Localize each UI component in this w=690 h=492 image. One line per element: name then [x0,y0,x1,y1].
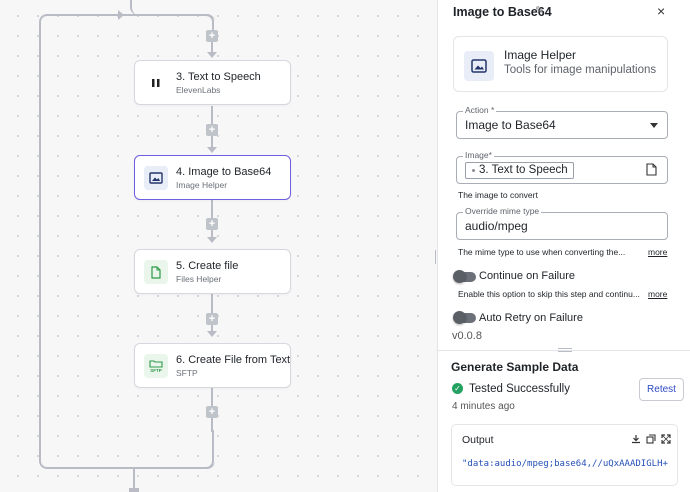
mime-type-input[interactable]: Override mime type audio/mpeg [456,206,668,240]
flow-step-create-file-from-text[interactable]: SFTP 6. Create File from Text SFTP [134,343,291,388]
connector-arrow [207,331,217,337]
step-title: 4. Image to Base64 [176,166,272,178]
step-subtitle: ElevenLabs [176,85,221,95]
loop-top-right [176,14,214,30]
copy-icon[interactable] [646,433,656,447]
continue-on-failure-label: Continue on Failure [479,270,576,282]
step-title: 5. Create file [176,260,239,272]
connector-arrow [207,237,217,243]
action-label: Action * [463,105,497,116]
sftp-icon-text: SFTP [150,368,162,373]
mime-more-link[interactable]: more [648,247,667,257]
test-status: Tested Successfully [469,383,570,395]
step-title: 3. Text to Speech [176,71,261,83]
chevron-down-icon [650,123,658,128]
connector-arrow [207,52,217,58]
flow-canvas[interactable]: + + + + + 3. Text to Speech ElevenLabs 4… [0,0,437,492]
file-icon [144,260,168,284]
image-label: Image* [463,150,494,161]
step-subtitle: Image Helper [176,180,228,190]
step-subtitle: SFTP [176,368,198,378]
continue-on-failure-toggle[interactable] [453,270,476,283]
retest-button[interactable]: Retest [639,378,684,401]
piece-description: Tools for image manipulations [504,64,657,76]
loop-entry-arrow [118,10,124,20]
add-step-button[interactable]: + [206,124,218,136]
loop-bottom-right [176,430,214,469]
image-field[interactable]: Image* 3. Text to Speech [456,150,668,184]
add-step-button[interactable]: + [206,30,218,42]
auto-retry-toggle[interactable] [453,311,476,324]
download-icon[interactable] [631,433,641,447]
image-icon [464,51,494,81]
piece-version: v0.0.8 [452,330,482,342]
test-time-ago: 4 minutes ago [452,401,515,412]
chip-label: 3. Text to Speech [479,164,568,176]
auto-retry-label: Auto Retry on Failure [479,312,583,324]
add-step-button[interactable]: + [206,406,218,418]
continue-more-link[interactable]: more [648,289,667,299]
file-icon[interactable] [646,163,657,179]
mime-help-text: The mime type to use when converting the… [458,247,626,257]
step-settings-panel: Image to Base64 ✎ × Image Helper Tools f… [438,0,690,492]
edit-pencil-icon[interactable]: ✎ [535,4,544,17]
chip-dot-icon [472,169,475,172]
output-box: Output "data:audio/mpeg;base64,//uQxAAAD… [451,424,678,486]
output-actions [631,433,671,447]
check-circle-icon: ✓ [452,383,463,394]
continue-on-failure-help: Enable this option to skip this step and… [458,289,640,299]
flow-step-image-to-base64[interactable]: 4. Image to Base64 Image Helper [134,155,291,200]
output-label: Output [462,434,494,446]
output-preview: "data:audio/mpeg;base64,//uQxAAADIGLH+ [462,459,668,469]
flow-step-text-to-speech[interactable]: 3. Text to Speech ElevenLabs [134,60,291,105]
image-icon [144,166,168,190]
piece-info-card: Image Helper Tools for image manipulatio… [453,36,668,92]
flow-end-marker [129,488,139,492]
connector-arrow [207,147,217,153]
flow-step-create-file[interactable]: 5. Create file Files Helper [134,249,291,294]
step-subtitle: Files Helper [176,274,222,284]
reference-chip[interactable]: 3. Text to Speech [465,162,574,179]
action-select[interactable]: Action * Image to Base64 [456,105,668,139]
sample-data-title: Generate Sample Data [451,360,579,374]
expand-icon[interactable] [661,433,671,447]
add-step-button[interactable]: + [206,218,218,230]
image-help-text: The image to convert [458,190,538,200]
close-button[interactable]: × [657,3,665,19]
sftp-folder-icon: SFTP [144,354,168,378]
pause-icon [144,71,168,95]
mime-type-label: Override mime type [463,206,542,217]
divider-handle[interactable] [558,348,572,352]
piece-name: Image Helper [504,48,577,62]
mime-type-value: audio/mpeg [465,219,528,233]
step-title: 6. Create File from Text [176,354,291,366]
add-step-button[interactable]: + [206,313,218,325]
loop-top-corner [130,0,214,15]
action-value: Image to Base64 [465,118,556,132]
